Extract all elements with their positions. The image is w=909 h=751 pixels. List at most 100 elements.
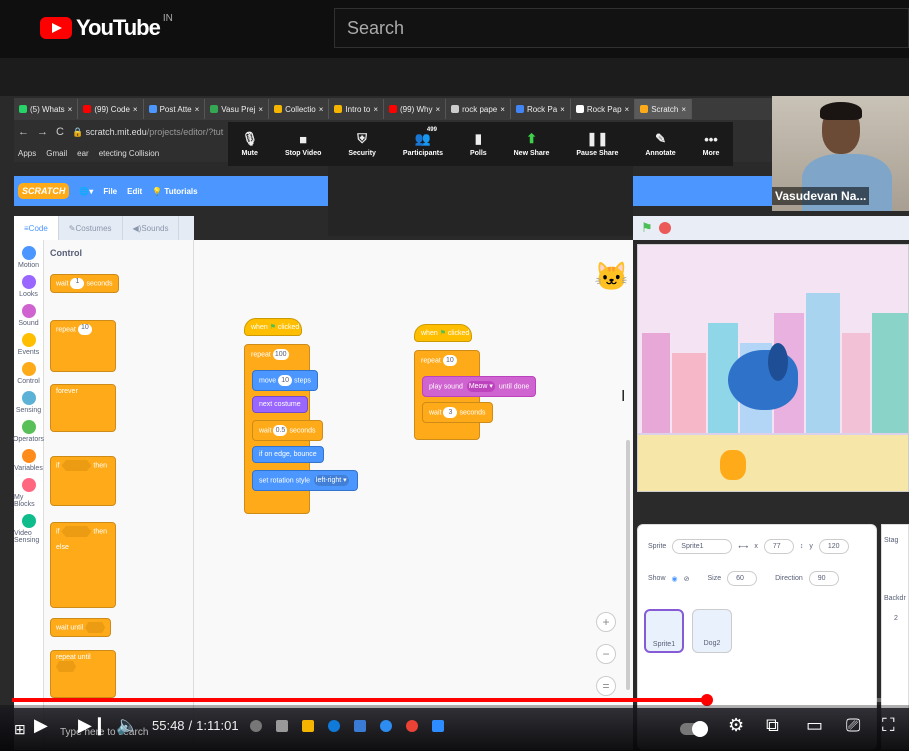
y-arrows-icon: ↕: [799, 543, 804, 550]
size-field: 60: [727, 571, 758, 586]
script1-next-costume-label: next costume: [259, 401, 301, 408]
script2-repeat-label: repeat: [421, 357, 441, 365]
script1-wait-value: 0.5: [273, 425, 288, 436]
search-input[interactable]: Search: [347, 18, 404, 39]
polls-icon: ▮: [474, 131, 482, 146]
autoplay-toggle[interactable]: [680, 721, 708, 737]
script1-move-unit: steps: [294, 377, 311, 385]
building: [672, 353, 706, 443]
windows-start-icon: ⊞: [14, 721, 26, 737]
category-label: Sensing: [15, 407, 42, 414]
zoom-button-label: Annotate: [645, 150, 676, 157]
browser-tab-label: (99) Code: [94, 104, 130, 114]
search-box[interactable]: Search: [334, 8, 909, 48]
tab-code: ≡ Code: [14, 216, 59, 240]
script1-hat-label: when: [251, 324, 268, 331]
x-label: x: [754, 543, 758, 550]
script2-play-value: Meow ▾: [466, 381, 495, 392]
more-icon: •••: [704, 131, 718, 147]
zoom-button-label: Polls: [469, 150, 487, 157]
script2-when-flag-clicked: when ⚑ clicked: [414, 324, 472, 342]
script2-wait: wait 3 seconds: [422, 402, 493, 423]
palette-repeat-value: 10: [77, 324, 92, 335]
pen-icon: ✎: [655, 131, 666, 146]
sprite-thumb-sprite1: Sprite1: [644, 609, 684, 653]
category-operators: Operators: [13, 420, 44, 443]
y-field: 120: [818, 539, 849, 554]
browser-tab-label: Rock Pap: [586, 104, 622, 114]
stage-header: ⚑: [633, 216, 909, 240]
zoom-toolbar-shadow: [328, 166, 633, 236]
browser-tab-label: Scratch: [651, 104, 679, 114]
tab-close-icon: ×: [500, 104, 505, 114]
category-sensing: Sensing: [14, 391, 43, 414]
cast-icon[interactable]: ⎚: [846, 715, 860, 736]
zoom-button-label: Security: [348, 150, 376, 157]
zoom-button-label: New Share: [513, 150, 550, 157]
current-time: 55:48: [152, 718, 185, 733]
tab-close-icon: ×: [681, 104, 686, 114]
category-dot-icon: [21, 333, 36, 347]
next-video-icon[interactable]: ▶❙: [78, 715, 107, 736]
fullscreen-icon[interactable]: ⛶: [882, 715, 895, 736]
tab-favicon-icon: [640, 105, 649, 113]
palette-if-else-then-label: then: [93, 528, 108, 536]
play-icon[interactable]: ▶: [34, 715, 48, 736]
palette-block-repeat-until: repeat until: [50, 650, 116, 698]
browser-tab: (5) Whats ×: [14, 99, 79, 119]
category-sound: Sound: [14, 304, 43, 327]
bookmark-item: Gmail: [46, 148, 68, 158]
browser-tab: Rock Pap ×: [571, 99, 636, 119]
palette-then-label: then: [93, 462, 108, 470]
theater-mode-icon[interactable]: ▭: [806, 715, 823, 736]
miniplayer-icon[interactable]: ⧉: [766, 715, 779, 736]
browser-tab-label: Intro to: [345, 104, 371, 114]
script1-when-flag-clicked: when ⚑ clicked: [244, 318, 302, 336]
scratch-logo: SCRATCH: [18, 183, 70, 199]
taskbar-app-icon: [380, 720, 392, 732]
settings-gear-icon[interactable]: ⚙: [728, 715, 744, 736]
pause-icon: ❚❚: [586, 131, 609, 146]
script1-move-value: 10: [278, 375, 293, 386]
building: [872, 313, 908, 443]
browser-tab-label: Post Atte: [159, 104, 192, 114]
category-label: Variables: [14, 465, 43, 472]
building: [842, 333, 870, 443]
browser-tab-label: Rock Pa: [526, 104, 558, 114]
taskbar-app-icon: [276, 720, 288, 732]
category-dot-icon: [21, 362, 36, 376]
category-dot-icon: [21, 478, 36, 492]
category-dot-icon: [21, 514, 36, 528]
youtube-header: YouTube IN Search: [0, 0, 909, 58]
youtube-logo-text: YouTube: [76, 15, 161, 40]
zoom-button-label: Participants: [402, 150, 443, 157]
back-icon: ←: [18, 126, 29, 138]
tab-costumes: ✎ Costumes: [59, 216, 123, 240]
share-screen-icon: ⬆: [526, 131, 537, 146]
zoom-button-label: More: [702, 149, 720, 157]
browser-tab: Collectio ×: [269, 99, 330, 119]
bookmark-item: etecting Collision: [98, 148, 160, 158]
script2-play-label: play sound: [429, 383, 463, 391]
youtube-logo[interactable]: YouTube IN: [40, 12, 173, 41]
sprite-thumb-label: Sprite1: [652, 641, 676, 648]
zoom-button-label: Pause Share: [576, 150, 619, 157]
palette-wait-value: 1: [70, 278, 85, 289]
country-code: IN: [162, 12, 173, 24]
progress-bar[interactable]: [12, 694, 897, 706]
video-frame[interactable]: (5) Whats × (99) Code × Post Atte × Vasu Prej ×…: [0, 58, 909, 751]
block-categories: Motion Looks Sound Events Control Sensing Oper…: [13, 240, 44, 750]
tab-favicon-icon: [575, 105, 584, 113]
tab-sounds: ◀) Sounds: [123, 216, 180, 240]
taskbar-app-icon: [250, 720, 262, 732]
forward-icon: →: [37, 126, 48, 138]
volume-icon[interactable]: 🔈: [116, 715, 138, 736]
show-label: Show: [648, 575, 666, 582]
category-label: Motion: [17, 262, 39, 269]
palette-block-repeat: repeat 10: [50, 320, 116, 372]
category-motion: Motion: [14, 246, 43, 269]
palette-wait-label: wait: [56, 280, 69, 288]
direction-field: 90: [808, 571, 839, 586]
palette-wait-until-label: wait until: [56, 624, 84, 632]
browser-tab-label: (99) Why: [400, 104, 433, 114]
